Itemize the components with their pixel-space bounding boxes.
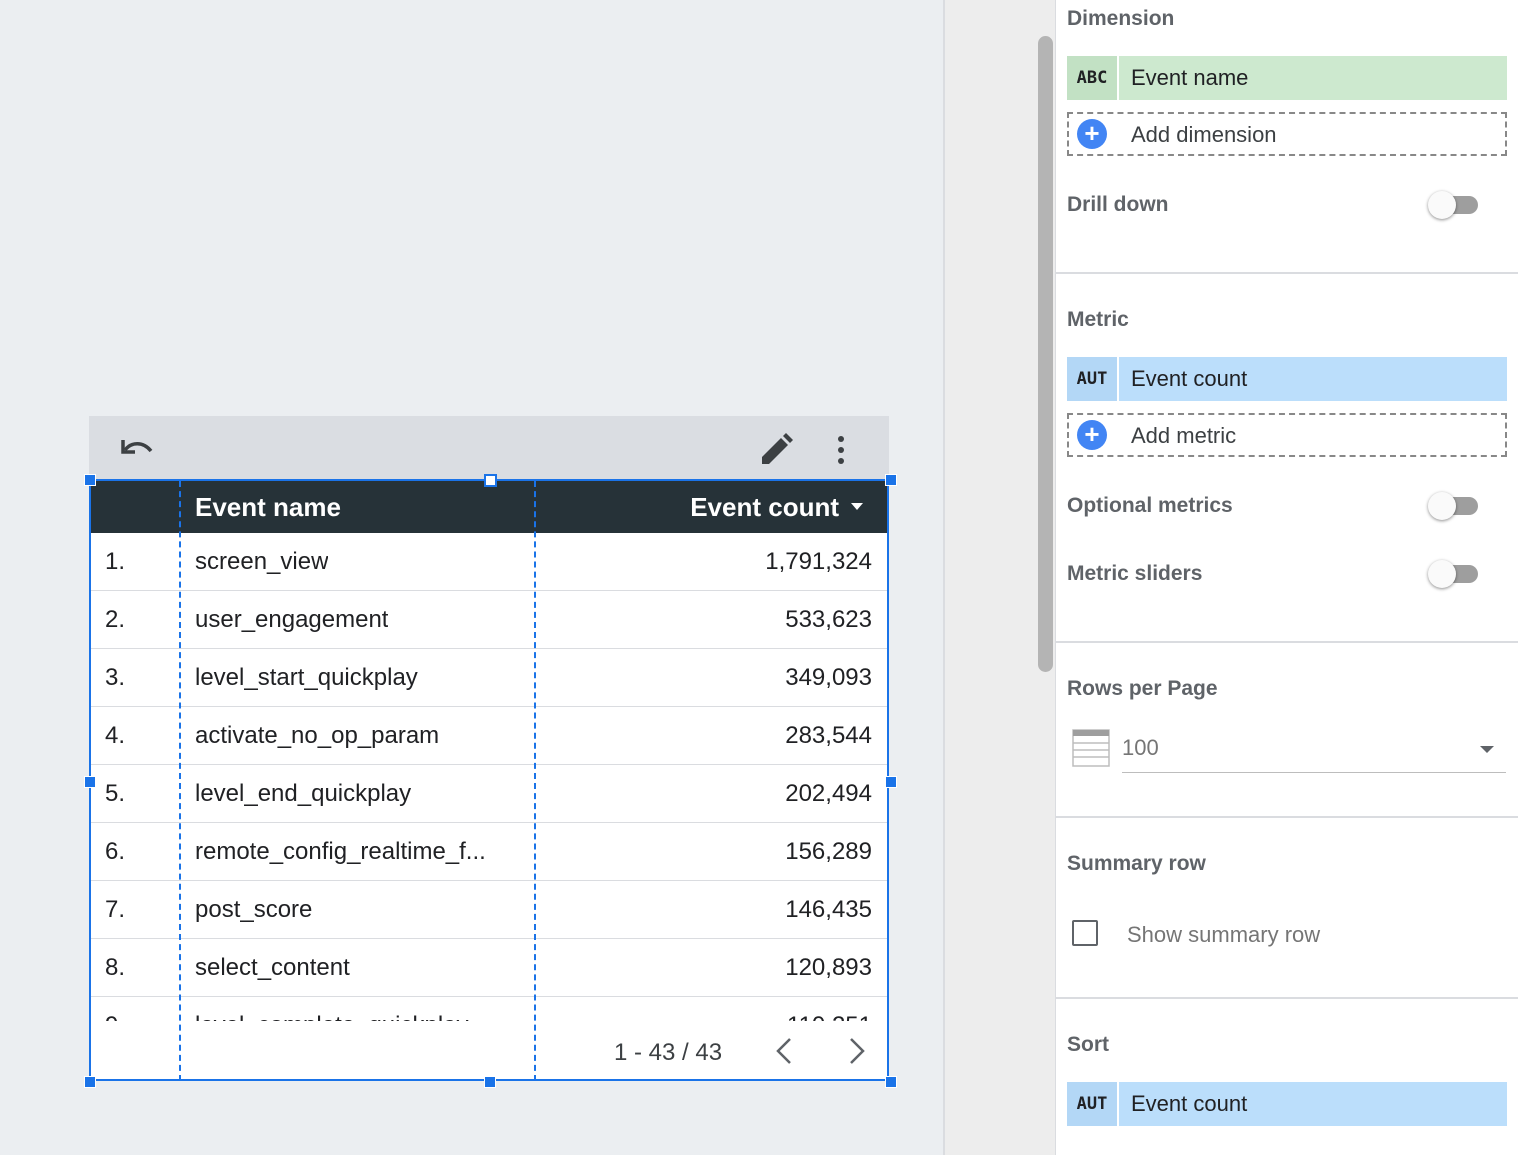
- table-header: Event name Event count: [91, 481, 887, 533]
- row-event-name: remote_config_realtime_f...: [195, 838, 486, 865]
- dimension-chip-label: Event name: [1131, 65, 1249, 90]
- sort-title: Sort: [1067, 1033, 1109, 1056]
- row-event-name: select_content: [195, 954, 350, 981]
- sort-desc-icon[interactable]: [851, 503, 863, 510]
- chart-toolbar: [89, 416, 889, 479]
- resize-handle-s[interactable]: [484, 1076, 496, 1088]
- row-event-count: 1,791,324: [765, 548, 872, 575]
- row-index: 4.: [105, 722, 126, 749]
- undo-icon[interactable]: [117, 434, 155, 467]
- table-row[interactable]: 4. activate_no_op_param 283,544: [91, 707, 887, 765]
- drill-down-toggle[interactable]: [1428, 191, 1482, 219]
- resize-handle-e[interactable]: [885, 776, 897, 788]
- section-divider: [1056, 641, 1518, 643]
- table-body: 1. screen_view 1,791,324 2. user_engagement…: [91, 533, 887, 1021]
- row-event-count: 156,289: [785, 838, 872, 865]
- row-index: 8.: [105, 954, 126, 981]
- plus-icon: +: [1077, 119, 1107, 149]
- column-guide[interactable]: [179, 481, 181, 1079]
- row-event-count: 202,494: [785, 780, 872, 807]
- table-row[interactable]: 2. user_engagement 533,623: [91, 591, 887, 649]
- sort-chip[interactable]: AUT Event count: [1067, 1082, 1507, 1126]
- pagination-label: 1 - 43 / 43: [614, 1039, 723, 1066]
- report-canvas: Event name Event count 1. screen_view 1,79…: [0, 0, 943, 1155]
- chevron-left-icon[interactable]: [775, 1037, 793, 1070]
- sort-chip-label: Event count: [1131, 1091, 1248, 1116]
- summary-row-title: Summary row: [1067, 852, 1206, 875]
- dimension-title: Dimension: [1067, 7, 1175, 30]
- properties-panel: Dimension ABC Event name + Add dimension…: [1055, 0, 1518, 1155]
- row-event-count: 120,893: [785, 954, 872, 981]
- row-index: 9.: [105, 1012, 125, 1021]
- chevron-right-icon[interactable]: [848, 1037, 866, 1070]
- pencil-icon[interactable]: [760, 432, 794, 471]
- resize-handle-n[interactable]: [484, 474, 497, 487]
- sort-type-tag: AUT: [1067, 1082, 1119, 1126]
- table-rows-icon: [1072, 729, 1110, 772]
- add-dimension-button[interactable]: + Add dimension: [1067, 112, 1507, 156]
- optional-metrics-label: Optional metrics: [1067, 494, 1233, 517]
- row-event-name: level_start_quickplay: [195, 664, 418, 691]
- table-row[interactable]: 5. level_end_quickplay 202,494: [91, 765, 887, 823]
- row-event-count: 283,544: [785, 722, 872, 749]
- row-event-name: activate_no_op_param: [195, 722, 440, 749]
- section-divider: [1056, 816, 1518, 818]
- show-summary-row-checkbox[interactable]: [1072, 920, 1098, 946]
- row-event-count: 146,435: [785, 896, 872, 923]
- header-event-count[interactable]: Event count: [690, 492, 839, 523]
- optional-metrics-toggle[interactable]: [1428, 492, 1482, 520]
- show-summary-row-label[interactable]: Show summary row: [1127, 922, 1320, 948]
- resize-handle-w[interactable]: [84, 776, 96, 788]
- metric-title: Metric: [1067, 308, 1129, 331]
- rows-per-page-select[interactable]: 100: [1122, 728, 1506, 773]
- row-index: 7.: [105, 896, 126, 923]
- table-row[interactable]: 6. remote_config_realtime_f... 156,289: [91, 823, 887, 881]
- row-event-count: 349,093: [785, 664, 872, 691]
- add-metric-button[interactable]: + Add metric: [1067, 413, 1507, 457]
- drill-down-label: Drill down: [1067, 193, 1169, 216]
- rows-per-page-title: Rows per Page: [1067, 677, 1218, 700]
- metric-type-tag: AUT: [1067, 357, 1119, 401]
- resize-handle-nw[interactable]: [84, 474, 96, 486]
- metric-sliders-label: Metric sliders: [1067, 562, 1203, 585]
- resize-handle-ne[interactable]: [885, 474, 897, 486]
- row-event-count: 533,623: [785, 606, 872, 633]
- metric-chip[interactable]: AUT Event count: [1067, 357, 1507, 401]
- row-index: 2.: [105, 606, 126, 633]
- metric-sliders-toggle[interactable]: [1428, 560, 1482, 588]
- table-row[interactable]: 8. select_content 120,893: [91, 939, 887, 997]
- panel-scrollbar[interactable]: [1038, 36, 1053, 672]
- table-row[interactable]: 9. level_complete_quickplay 110,251: [91, 997, 887, 1021]
- row-event-name: level_end_quickplay: [195, 780, 412, 807]
- resize-handle-se[interactable]: [885, 1076, 897, 1088]
- dimension-chip[interactable]: ABC Event name: [1067, 56, 1507, 100]
- chevron-down-icon: [1480, 746, 1494, 753]
- resize-handle-sw[interactable]: [84, 1076, 96, 1088]
- plus-icon: +: [1077, 420, 1107, 450]
- table-row[interactable]: 3. level_start_quickplay 349,093: [91, 649, 887, 707]
- header-event-name[interactable]: Event name: [195, 492, 341, 523]
- event-table[interactable]: Event name Event count 1. screen_view 1,79…: [89, 479, 889, 1081]
- row-event-count: 110,251: [787, 1012, 872, 1021]
- row-index: 5.: [105, 780, 126, 807]
- row-event-name: user_engagement: [195, 606, 389, 633]
- row-event-name: level_complete_quickplay: [195, 1012, 469, 1021]
- row-index: 1.: [105, 548, 126, 575]
- add-dimension-label: Add dimension: [1131, 122, 1277, 147]
- metric-chip-label: Event count: [1131, 366, 1248, 391]
- column-guide[interactable]: [534, 481, 536, 1079]
- section-divider: [1056, 997, 1518, 999]
- row-index: 6.: [105, 838, 126, 865]
- rows-per-page-value: 100: [1122, 735, 1159, 760]
- section-divider: [1056, 272, 1518, 274]
- table-row[interactable]: 7. post_score 146,435: [91, 881, 887, 939]
- row-event-name: screen_view: [195, 548, 329, 575]
- more-vert-icon[interactable]: [835, 435, 847, 470]
- pagination-bar: 1 - 43 / 43: [91, 1021, 887, 1079]
- dimension-type-tag: ABC: [1067, 56, 1119, 100]
- table-row[interactable]: 1. screen_view 1,791,324: [91, 533, 887, 591]
- row-event-name: post_score: [195, 896, 313, 923]
- row-index: 3.: [105, 664, 126, 691]
- add-metric-label: Add metric: [1131, 423, 1237, 448]
